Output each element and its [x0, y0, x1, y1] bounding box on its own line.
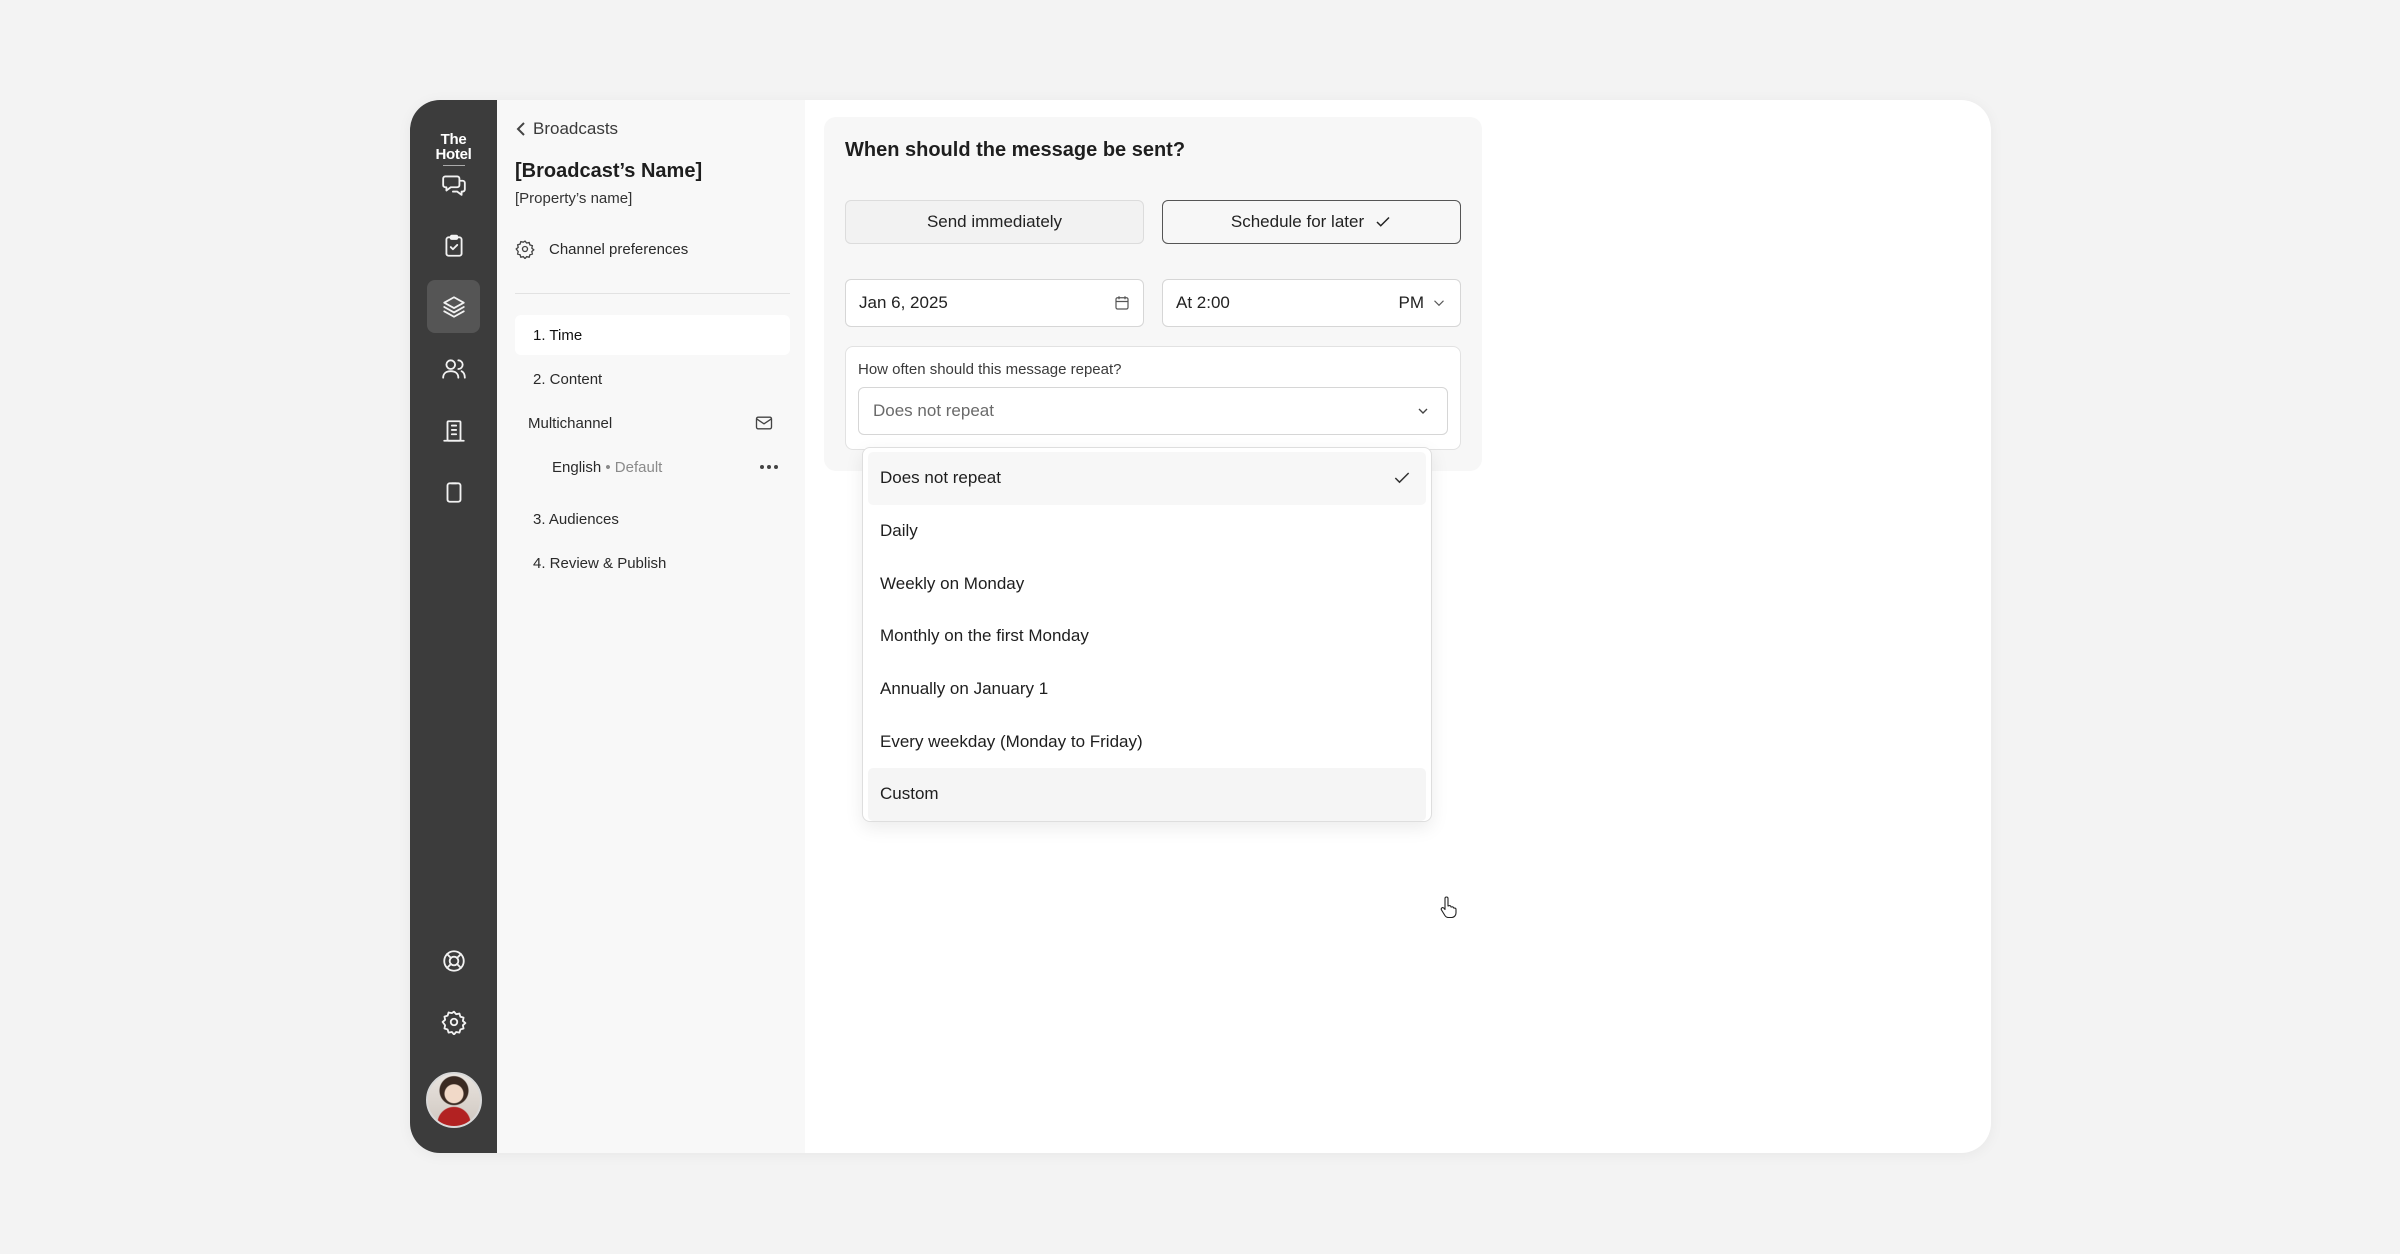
rail-settings-button[interactable] [427, 995, 480, 1048]
lifebuoy-icon [442, 949, 465, 972]
step-review-publish[interactable]: 4. Review & Publish [515, 543, 790, 583]
channel-preferences-label: Channel preferences [549, 240, 689, 258]
check-icon [1394, 472, 1410, 484]
option-label: Daily [880, 521, 918, 541]
repeat-option-weekly[interactable]: Weekly on Monday [868, 557, 1426, 610]
option-label: Does not repeat [880, 468, 1001, 488]
repeat-option-daily[interactable]: Daily [868, 505, 1426, 558]
repeat-section: How often should this message repeat? Do… [845, 346, 1461, 450]
rail-guests-button[interactable] [427, 342, 480, 395]
date-picker[interactable]: Jan 6, 2025 [845, 279, 1144, 327]
time-picker[interactable]: At 2:00 PM [1162, 279, 1461, 327]
step-audiences[interactable]: 3. Audiences [515, 499, 790, 539]
building-icon [442, 419, 465, 442]
calendar-icon [1115, 296, 1129, 310]
rail-tasks-button[interactable] [427, 219, 480, 272]
rail-help-button[interactable] [427, 934, 480, 987]
repeat-dropdown-menu: Does not repeat Daily Weekly on Monday M… [862, 447, 1432, 822]
send-immediately-label: Send immediately [926, 212, 1063, 231]
language-name: English [552, 458, 602, 476]
broadcast-name: [Broadcast’s Name] [515, 160, 703, 182]
back-link-label: Broadcasts [533, 119, 619, 138]
step-review-label: 4. Review & Publish [533, 554, 667, 572]
repeat-selected-value: Does not repeat [873, 401, 994, 420]
clipboard-icon [446, 481, 461, 503]
rail-broadcasts-button[interactable] [427, 280, 480, 333]
app-window: The Hotel Broadcasts [Broadcast’s Name] … [410, 100, 1991, 1153]
option-label: Annually on January 1 [880, 679, 1049, 699]
timing-card: When should the message be sent? Send im… [824, 117, 1482, 471]
channel-preferences-link[interactable]: Channel preferences [515, 239, 688, 259]
logo-line-1: The [440, 131, 467, 148]
chevron-down-icon [1418, 408, 1428, 414]
chat-bubbles-icon [441, 174, 466, 196]
step-content-label: 2. Content [533, 370, 603, 388]
property-name: [Property’s name] [515, 190, 633, 207]
language-row-english[interactable]: English • Default [515, 450, 790, 484]
language-label: English • Default [552, 459, 662, 476]
multichannel-row[interactable]: Multichannel [515, 406, 790, 440]
ampm-select[interactable]: PM [1399, 293, 1449, 313]
date-value: Jan 6, 2025 [859, 293, 948, 312]
ampm-value: PM [1398, 293, 1425, 312]
chevron-left-icon [516, 122, 525, 136]
repeat-option-annually[interactable]: Annually on January 1 [868, 663, 1426, 716]
hand-pointer-cursor-icon [1439, 896, 1457, 919]
mail-icon [755, 416, 773, 430]
option-label: Every weekday (Monday to Friday) [880, 731, 1143, 751]
option-label: Weekly on Monday [880, 573, 1025, 593]
page-title: When should the message be sent? [845, 139, 1186, 161]
chevron-down-icon [1434, 300, 1444, 307]
repeat-label: How often should this message repeat? [858, 361, 1122, 378]
step-content[interactable]: 2. Content [515, 359, 790, 399]
step-time-label: 1. Time [533, 326, 583, 344]
nav-rail: The Hotel [410, 100, 497, 1153]
check-icon [1376, 216, 1390, 227]
repeat-select[interactable]: Does not repeat [858, 387, 1448, 435]
repeat-option-does-not-repeat[interactable]: Does not repeat [868, 452, 1426, 505]
rail-properties-button[interactable] [427, 404, 480, 457]
users-icon [441, 358, 466, 379]
step-time[interactable]: 1. Time [515, 315, 790, 355]
rail-conversations-button[interactable] [427, 157, 480, 210]
sidebar-divider [515, 293, 790, 294]
gear-icon [515, 240, 535, 259]
broadcast-sidebar: Broadcasts [Broadcast’s Name] [Property’… [497, 100, 805, 1153]
schedule-later-button[interactable]: Schedule for later [1162, 200, 1461, 244]
user-avatar[interactable] [426, 1072, 482, 1128]
layers-icon [442, 295, 465, 318]
repeat-option-weekdays[interactable]: Every weekday (Monday to Friday) [868, 715, 1426, 768]
send-immediately-button[interactable]: Send immediately [845, 200, 1144, 244]
step-audiences-label: 3. Audiences [533, 510, 619, 528]
back-to-broadcasts-link[interactable]: Broadcasts [515, 119, 618, 139]
option-label: Custom [880, 784, 939, 804]
repeat-option-custom[interactable]: Custom [868, 768, 1426, 821]
gear-icon [441, 1010, 466, 1035]
language-default-tag: • Default [601, 458, 663, 476]
more-options-icon[interactable] [760, 465, 778, 469]
multichannel-label: Multichannel [528, 414, 613, 432]
option-label: Monthly on the first Monday [880, 626, 1089, 646]
rail-notes-button[interactable] [427, 465, 480, 518]
clipboard-check-icon [444, 234, 463, 257]
repeat-option-monthly[interactable]: Monthly on the first Monday [868, 610, 1426, 663]
time-value: At 2:00 [1176, 293, 1230, 312]
schedule-later-label: Schedule for later [1230, 212, 1365, 231]
